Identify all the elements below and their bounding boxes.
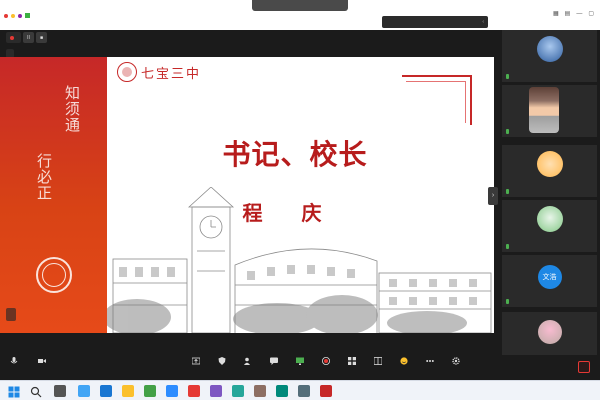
settings-icon <box>452 357 460 365</box>
reactions-button[interactable] <box>392 357 416 368</box>
participant-name <box>506 189 511 194</box>
settings-button[interactable] <box>444 357 468 368</box>
avatar <box>536 36 563 62</box>
chat-icon <box>270 357 278 365</box>
mic-icon <box>10 357 18 364</box>
participant-name <box>506 244 511 249</box>
participant-tile[interactable] <box>502 200 597 252</box>
recording-bar: II ■ <box>6 32 47 43</box>
mic-icon <box>506 129 509 134</box>
avatar <box>536 206 563 232</box>
mic-icon <box>506 299 509 304</box>
participant-tile[interactable] <box>502 30 597 82</box>
mic-icon <box>506 74 509 79</box>
collapse-sidebar-button[interactable]: › <box>488 187 498 205</box>
presenter-name-tag <box>6 308 16 321</box>
active-speaker-bar[interactable]: ‹ <box>382 16 488 28</box>
info-status-icon <box>18 13 22 18</box>
maximize-icon[interactable]: ▢ <box>588 10 594 17</box>
stop-recording-button[interactable]: ■ <box>36 32 47 43</box>
security-button[interactable] <box>210 357 234 368</box>
screen-share-icon <box>296 357 304 365</box>
participant-tile[interactable] <box>502 312 597 355</box>
participant-tile[interactable]: 文浩 <box>502 255 597 307</box>
avatar <box>537 320 562 344</box>
participants-button[interactable] <box>236 357 260 368</box>
school-logo: 七宝三中 <box>117 62 201 82</box>
apps-icon <box>348 357 356 365</box>
chat-app-icon[interactable] <box>232 385 244 397</box>
screen-share-button[interactable] <box>288 357 312 368</box>
share-screen-icon <box>192 357 200 365</box>
mic-icon <box>506 189 509 194</box>
media-icon[interactable] <box>210 385 222 397</box>
participant-tile[interactable] <box>502 145 597 197</box>
record-dot-icon <box>10 35 14 40</box>
avatar <box>536 151 563 177</box>
status-icons <box>4 13 30 18</box>
school-name: 七宝三中 <box>141 66 202 82</box>
meeting-toolbar <box>0 355 600 380</box>
signal-icon <box>25 13 30 18</box>
view-controls: ▦ ▤ — ▢ <box>553 10 594 18</box>
layout-button[interactable] <box>366 357 390 368</box>
chat-button[interactable] <box>262 357 286 368</box>
search-icon[interactable] <box>30 385 42 398</box>
windows-start-icon[interactable] <box>8 385 20 398</box>
decorative-frame-inner <box>406 81 466 123</box>
widgets-icon[interactable] <box>78 385 90 397</box>
school-logo-icon <box>117 62 137 82</box>
video-button[interactable] <box>30 357 54 368</box>
campus-sketch-image <box>107 187 492 333</box>
video-feed-image <box>529 87 559 133</box>
more-button[interactable] <box>418 357 442 368</box>
warning-status-icon <box>11 13 15 18</box>
record-button[interactable] <box>314 357 338 368</box>
meeting-title <box>252 0 348 11</box>
recording-indicator <box>6 32 21 43</box>
meeting-app-icon[interactable] <box>166 385 178 397</box>
mic-icon <box>506 244 509 249</box>
participant-panel: 文浩 <box>498 30 600 355</box>
shared-screen: II ■ 知须通 行必正 七宝三中 书记、校长 程 庆 <box>0 30 498 355</box>
more-icon <box>426 360 434 362</box>
slide-headline: 书记、校长 <box>222 138 368 171</box>
pause-recording-button[interactable]: II <box>23 32 34 43</box>
reactions-icon <box>400 357 408 365</box>
layout-icon <box>374 357 382 365</box>
avatar: 文浩 <box>537 265 562 289</box>
app-icon[interactable] <box>320 385 332 397</box>
layout-icon[interactable]: ▤ <box>565 10 571 17</box>
participant-name <box>506 299 511 304</box>
record-icon <box>322 357 330 365</box>
grid-view-icon[interactable]: ▦ <box>553 10 559 17</box>
leave-meeting-button[interactable] <box>578 361 590 373</box>
slide-red-panel: 知须通 行必正 <box>0 57 107 333</box>
mute-button[interactable] <box>2 357 26 368</box>
task-view-icon[interactable] <box>54 385 66 397</box>
file-explorer-icon[interactable] <box>122 385 134 397</box>
app-icon[interactable] <box>254 385 266 397</box>
participants-icon <box>244 357 250 365</box>
participant-tile[interactable] <box>502 85 597 137</box>
app-icon[interactable] <box>298 385 310 397</box>
camera-icon <box>38 359 46 363</box>
os-taskbar <box>0 380 600 400</box>
window-title-bar: ‹ ▦ ▤ — ▢ <box>0 0 600 30</box>
edge-browser-icon[interactable] <box>100 385 112 397</box>
participant-name <box>506 74 511 79</box>
school-emblem-icon <box>36 257 72 293</box>
share-button[interactable] <box>184 357 208 368</box>
wechat-icon[interactable] <box>276 385 288 397</box>
security-icon <box>218 357 226 365</box>
presentation-slide: 知须通 行必正 七宝三中 书记、校长 程 庆 <box>0 57 494 333</box>
motto-line-1: 知须通 <box>63 85 81 133</box>
apps-button[interactable] <box>340 357 364 368</box>
participant-name <box>506 129 511 134</box>
speaker-chevron-icon[interactable]: ‹ <box>482 16 484 28</box>
office-icon[interactable] <box>188 385 200 397</box>
minimize-icon[interactable]: — <box>576 11 582 17</box>
record-status-icon <box>4 13 8 18</box>
store-icon[interactable] <box>144 385 156 397</box>
